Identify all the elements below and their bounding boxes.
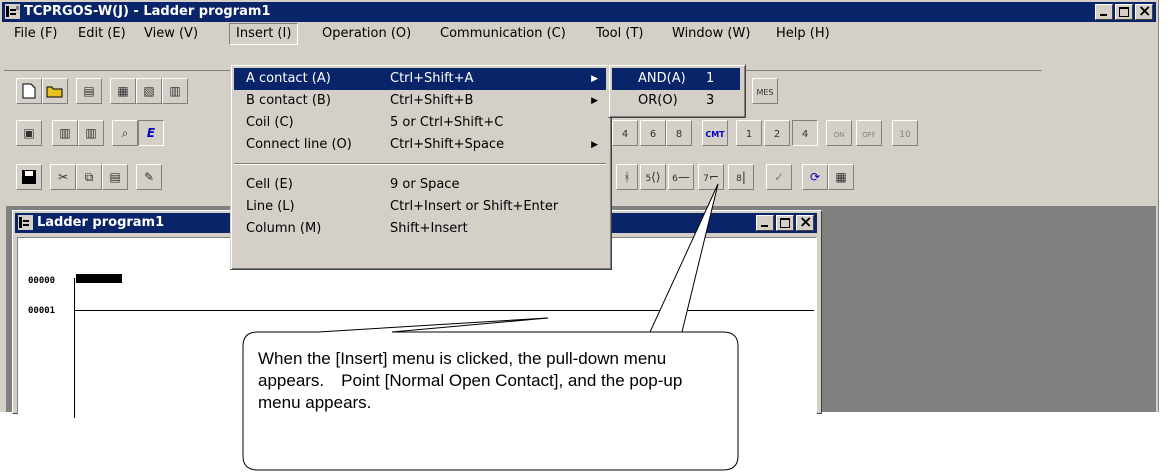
callout-text: When the [Insert] menu is clicked, the p… [258, 349, 683, 412]
